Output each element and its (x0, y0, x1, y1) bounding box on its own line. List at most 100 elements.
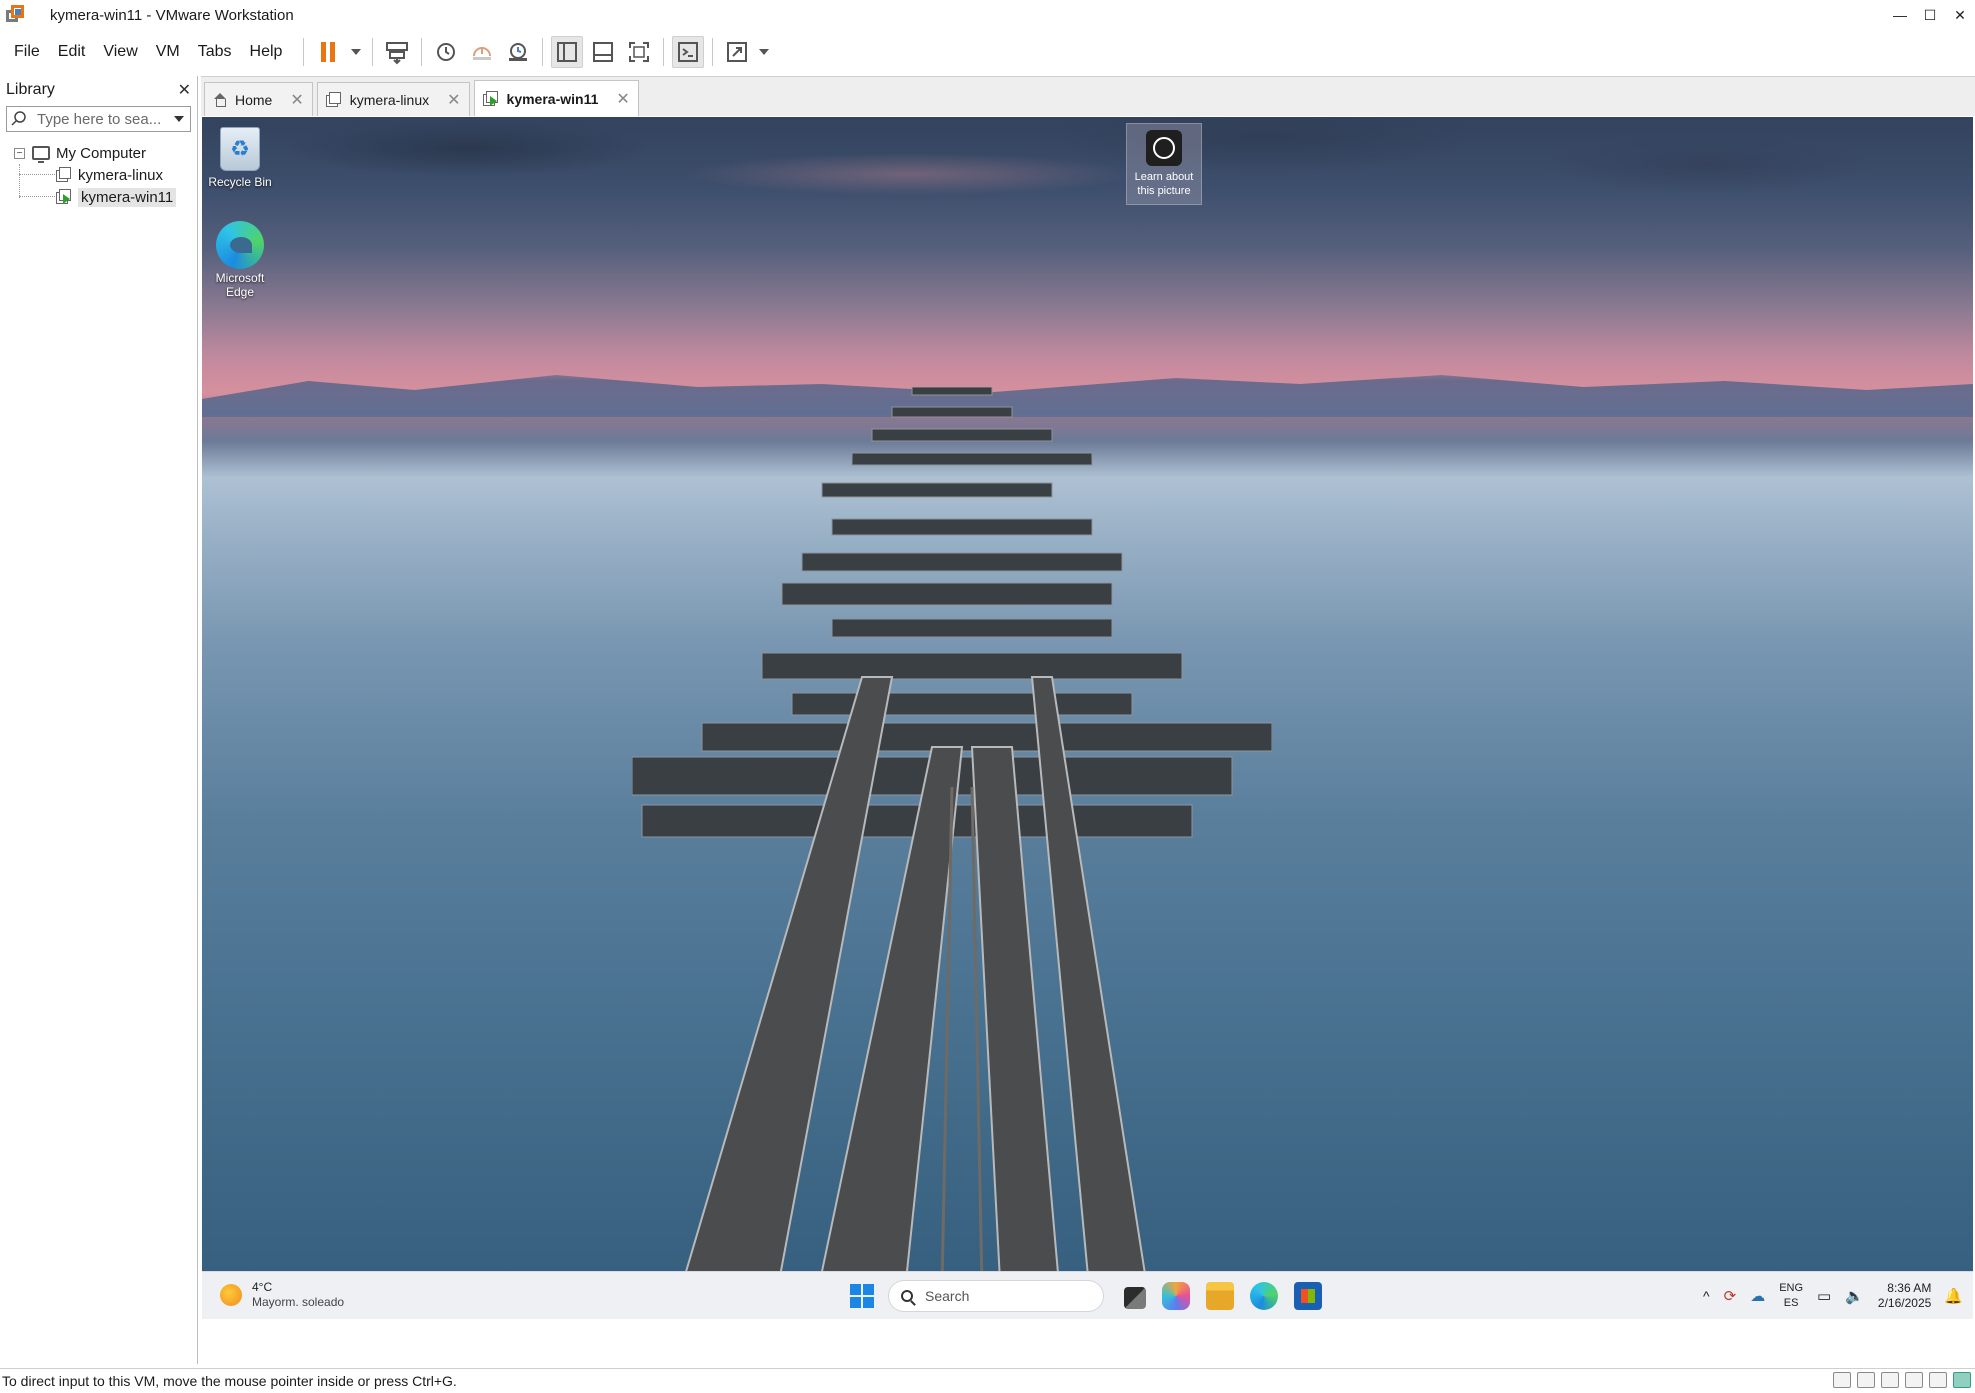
vm-running-icon (482, 90, 499, 107)
status-bar: To direct input to this VM, move the mou… (0, 1368, 1975, 1393)
menu-tabs[interactable]: Tabs (189, 43, 241, 61)
show-hidden-icons-button[interactable]: ^ (1703, 1288, 1710, 1304)
taskbar-search-box[interactable]: Search (888, 1280, 1104, 1312)
microsoft-store-icon[interactable] (1294, 1282, 1322, 1310)
window-controls: — ☐ ✕ (1885, 0, 1975, 30)
file-explorer-icon[interactable] (1206, 1282, 1234, 1310)
vm-icon (56, 167, 72, 183)
tab-home[interactable]: Home ✕ (204, 82, 313, 116)
send-ctrl-alt-del-button[interactable] (381, 36, 413, 68)
tab-close-icon[interactable]: ✕ (616, 89, 629, 109)
collapse-toggle[interactable]: − (14, 147, 25, 159)
tab-strip: Home ✕ kymera-linux ✕ kymera-win11 ✕ (201, 76, 1975, 116)
revert-snapshot-button[interactable] (466, 36, 498, 68)
weather-text: 4°C Mayorm. soleado (252, 1280, 344, 1310)
clock[interactable]: 8:36 AM 2/16/2025 (1878, 1281, 1931, 1311)
stretch-dropdown[interactable] (757, 36, 771, 68)
security-icon[interactable]: ☁ (1750, 1287, 1765, 1305)
thumbnail-bar-button[interactable] (587, 36, 619, 68)
clock-time: 8:36 AM (1887, 1281, 1932, 1295)
tree-item-kymera-linux[interactable]: kymera-linux (0, 164, 197, 186)
library-title: Library (6, 81, 55, 98)
menu-vm[interactable]: VM (147, 43, 189, 61)
toolbar-separator (372, 37, 374, 66)
usb-icon[interactable] (1905, 1372, 1923, 1388)
notification-bell-icon[interactable]: 🔔 (1944, 1287, 1963, 1305)
library-close-button[interactable]: ✕ (178, 80, 191, 100)
desktop-icon-label: Edge (225, 285, 255, 299)
sync-icon[interactable]: ⟳ (1724, 1287, 1737, 1305)
edge-icon (216, 221, 264, 269)
copilot-icon[interactable] (1162, 1282, 1190, 1310)
menu-view[interactable]: View (94, 43, 146, 61)
tab-label: kymera-linux (349, 91, 430, 108)
desktop-icon-label: Learn about (1134, 171, 1194, 183)
console-view-button[interactable] (672, 35, 705, 68)
message-log-icon[interactable] (1953, 1372, 1971, 1388)
weather-widget[interactable]: 4°C Mayorm. soleado (220, 1280, 344, 1310)
tree-item-label: My Computer (56, 144, 147, 162)
recycle-bin-icon (220, 127, 260, 171)
tab-label: kymera-win11 (506, 90, 599, 107)
library-search-input[interactable] (37, 110, 167, 128)
camera-icon (1146, 130, 1182, 166)
taskbar-center: Search (850, 1278, 1330, 1314)
menu-toolbar: File Edit View VM Tabs Help (0, 30, 1975, 73)
volume-icon[interactable]: 🔈 (1845, 1287, 1864, 1305)
show-library-button[interactable] (551, 35, 584, 68)
desktop-icon-microsoft-edge[interactable]: Microsoft Edge (202, 221, 280, 299)
task-view-icon[interactable] (1124, 1286, 1146, 1309)
tree-item-kymera-win11[interactable]: kymera-win11 (0, 186, 197, 208)
desktop-icon-recycle-bin[interactable]: Recycle Bin (202, 127, 280, 189)
tab-kymera-linux[interactable]: kymera-linux ✕ (316, 82, 470, 116)
minimize-button[interactable]: — (1885, 0, 1915, 30)
network-icon[interactable]: ▭ (1817, 1287, 1831, 1305)
vmware-logo-icon[interactable] (4, 4, 26, 26)
snapshot-manager-button[interactable] (502, 36, 534, 68)
menu-edit[interactable]: Edit (49, 43, 95, 61)
close-button[interactable]: ✕ (1945, 0, 1975, 30)
cd-dvd-icon[interactable] (1857, 1372, 1875, 1388)
snapshot-icon (437, 42, 456, 61)
toolbar-separator (421, 37, 423, 66)
search-options-chevron-icon[interactable] (174, 116, 184, 122)
library-search-box[interactable] (6, 106, 191, 132)
library-panel: Library ✕ − My Computer kymera-linux kym… (0, 76, 198, 1364)
desktop-icon-learn-about-picture[interactable]: Learn about this picture (1126, 123, 1202, 205)
chevron-down-icon (351, 48, 362, 55)
vm-console-display[interactable]: Recycle Bin Microsoft Edge Learn about t… (202, 117, 1973, 1319)
edge-taskbar-icon[interactable] (1250, 1282, 1278, 1310)
network-adapter-icon[interactable] (1881, 1372, 1899, 1388)
menu-file[interactable]: File (0, 43, 49, 61)
search-icon (11, 111, 26, 126)
wallpaper-pier (632, 387, 1272, 1319)
tab-close-icon[interactable]: ✕ (290, 90, 303, 110)
tab-close-icon[interactable]: ✕ (447, 90, 460, 110)
menu-help[interactable]: Help (241, 43, 292, 61)
taskbar-search-label: Search (925, 1288, 970, 1304)
start-button[interactable] (850, 1284, 874, 1308)
stretch-guest-button[interactable] (721, 36, 753, 68)
desktop-icon-label: Microsoft (215, 271, 265, 285)
toolbar-separator (663, 37, 665, 66)
maximize-button[interactable]: ☐ (1915, 0, 1945, 30)
toolbar-separator (303, 37, 305, 66)
full-screen-button[interactable] (623, 36, 655, 68)
thumbnail-bar-icon (593, 41, 614, 62)
tree-item-my-computer[interactable]: − My Computer (0, 142, 197, 164)
device-status-icons (1833, 1372, 1971, 1388)
pause-button[interactable] (312, 36, 344, 68)
power-dropdown[interactable] (348, 36, 364, 68)
revert-snapshot-icon (473, 46, 492, 60)
take-snapshot-button[interactable] (430, 36, 462, 68)
tab-kymera-win11[interactable]: kymera-win11 ✕ (473, 80, 639, 116)
hard-disk-icon[interactable] (1833, 1372, 1851, 1388)
vm-running-icon (56, 189, 72, 205)
weather-description: Mayorm. soleado (252, 1295, 345, 1309)
snapshot-manager-icon (509, 42, 528, 61)
computer-icon (32, 146, 50, 163)
vm-icon (325, 91, 342, 108)
keyboard-layout: ES (1783, 1297, 1799, 1309)
sound-card-icon[interactable] (1929, 1372, 1947, 1388)
input-language-button[interactable]: ENG ES (1779, 1281, 1803, 1311)
